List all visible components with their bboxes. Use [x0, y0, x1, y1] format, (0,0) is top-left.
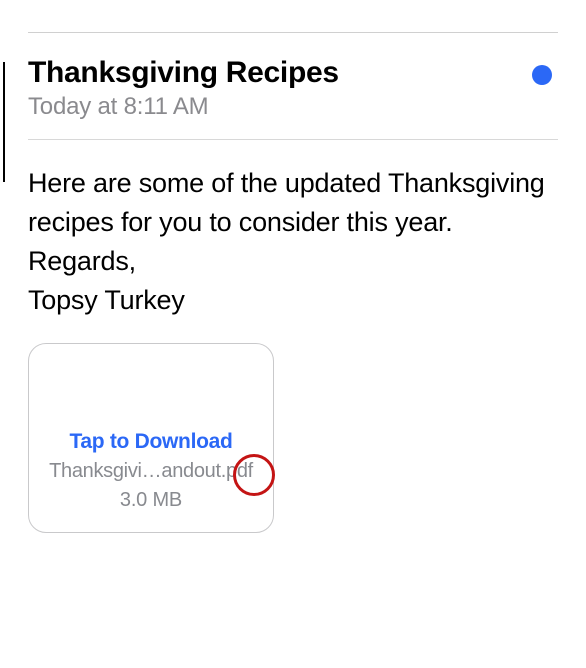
- download-action-label: Tap to Download: [69, 430, 232, 454]
- unread-indicator-icon: [532, 65, 552, 85]
- attachment-size: 3.0 MB: [120, 489, 182, 512]
- email-timestamp: Today at 8:11 AM: [28, 93, 339, 121]
- email-subject: Thanksgiving Recipes: [28, 55, 339, 91]
- attachment-filename: Thanksgivi…andout.pdf: [49, 460, 253, 483]
- body-paragraph: Here are some of the updated Thanksgivin…: [28, 164, 558, 242]
- body-signature-line: Regards,: [28, 242, 558, 281]
- attachment-card[interactable]: Tap to Download Thanksgivi…andout.pdf 3.…: [28, 343, 274, 533]
- body-sender-name: Topsy Turkey: [28, 281, 558, 320]
- email-header: Thanksgiving Recipes Today at 8:11 AM: [28, 33, 558, 139]
- left-edge-bar: [3, 62, 5, 182]
- email-body: Here are some of the updated Thanksgivin…: [28, 140, 558, 321]
